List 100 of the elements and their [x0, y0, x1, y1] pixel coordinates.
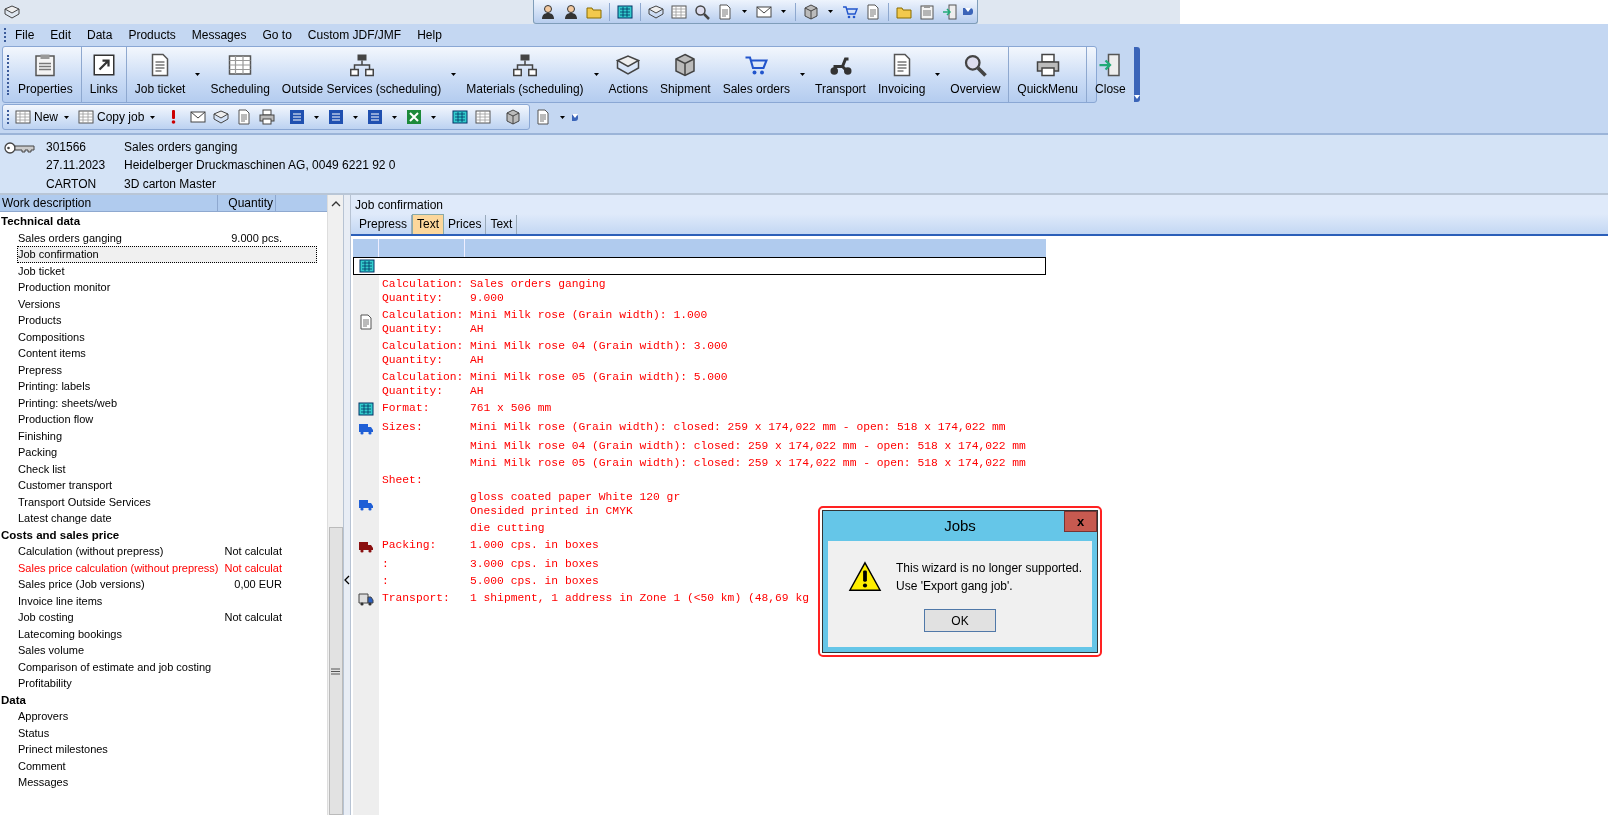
- tab[interactable]: Prices: [444, 215, 487, 234]
- menu-item[interactable]: Go to: [254, 26, 300, 44]
- toolbar-button[interactable]: [692, 3, 712, 20]
- list-item[interactable]: Status: [17, 724, 317, 741]
- toolbar-button[interactable]: Overview: [944, 47, 1007, 102]
- column-header[interactable]: Work description: [0, 195, 218, 211]
- toolbar-button[interactable]: Transport: [809, 47, 872, 102]
- toolbar-button[interactable]: [211, 109, 232, 125]
- toolbar-button[interactable]: Actions: [602, 47, 654, 102]
- warning-icon: [848, 560, 882, 594]
- list-item[interactable]: Transport Outside Services: [17, 493, 317, 510]
- toolbar-button[interactable]: [646, 3, 666, 20]
- toolbar-button[interactable]: [188, 109, 209, 125]
- box-icon: [673, 53, 698, 77]
- toolbar-button[interactable]: [257, 109, 278, 125]
- list-item[interactable]: Sales volume: [17, 642, 317, 659]
- list-item[interactable]: Customer transport: [17, 477, 317, 494]
- toolbar-button[interactable]: Sales orders: [716, 47, 797, 102]
- toolbar-button[interactable]: New: [13, 108, 60, 126]
- grip-handle[interactable]: [7, 110, 10, 124]
- list-item[interactable]: Sales price calculation (without prepress) Not calculat: [17, 559, 317, 576]
- scroll-up-button[interactable]: [327, 195, 343, 212]
- list-item[interactable]: Finishing: [17, 427, 317, 444]
- tab[interactable]: Text: [486, 215, 518, 234]
- column-header[interactable]: Quantity: [218, 195, 276, 211]
- toolbar-button[interactable]: [801, 3, 821, 20]
- field-label: Quantity:: [382, 322, 443, 335]
- toolbar-button[interactable]: [754, 3, 774, 20]
- toolbar-button[interactable]: Copy job: [76, 108, 147, 126]
- toolbar-button[interactable]: [615, 3, 635, 20]
- field-value: AH: [470, 352, 484, 367]
- toolbar-button[interactable]: [450, 109, 471, 125]
- toolbar-button[interactable]: Job ticket: [128, 47, 192, 102]
- field-value: 3.000 cps. in boxes: [470, 556, 599, 571]
- list-item[interactable]: Products: [17, 312, 317, 329]
- list-item[interactable]: Packing: [17, 444, 317, 461]
- list-item[interactable]: Prepress: [17, 361, 317, 378]
- list-item[interactable]: Job ticket: [17, 262, 317, 279]
- item-label: Job confirmation: [18, 247, 100, 262]
- magnifier-icon: [694, 3, 710, 20]
- toolbar-button[interactable]: Links: [83, 47, 124, 102]
- caret-icon: [314, 115, 320, 119]
- menu-item[interactable]: Custom JDF/JMF: [299, 26, 410, 44]
- grip-handle[interactable]: [4, 28, 7, 42]
- item-label: Comment: [18, 758, 67, 773]
- caret-icon: [828, 10, 833, 13]
- list-item[interactable]: Content items: [17, 345, 317, 362]
- scrollbar[interactable]: [327, 212, 343, 815]
- toolbar-button[interactable]: Scheduling: [204, 47, 276, 102]
- item-quantity: Not calculat: [223, 610, 282, 625]
- list-item[interactable]: Approvers: [17, 708, 317, 725]
- list-item[interactable]: Production monitor: [17, 279, 317, 296]
- list-item[interactable]: Production flow: [17, 411, 317, 428]
- toolbar-button[interactable]: QuickMenu: [1011, 47, 1085, 102]
- ok-button[interactable]: OK: [924, 609, 996, 632]
- list-item[interactable]: Latest change date: [17, 510, 317, 527]
- menu-item[interactable]: File: [7, 26, 43, 44]
- menu-item[interactable]: Data: [79, 26, 121, 44]
- caret-icon: [935, 73, 941, 76]
- item-quantity: 0,00 EUR: [233, 577, 282, 592]
- toolbar-button[interactable]: Properties: [12, 47, 79, 102]
- toolbar-button[interactable]: Materials (scheduling): [460, 47, 590, 102]
- list-item[interactable]: Compositions: [17, 328, 317, 345]
- network-icon: [512, 53, 537, 77]
- list-item[interactable]: Profitability: [17, 675, 317, 692]
- toolbar-button[interactable]: Invoicing: [871, 47, 932, 102]
- list-item[interactable]: Invoice line items: [17, 592, 317, 609]
- input-field[interactable]: [353, 257, 1046, 275]
- overflow-button[interactable]: [1133, 47, 1140, 102]
- scrollbar-thumb[interactable]: [328, 527, 343, 815]
- list-item[interactable]: Check list: [17, 460, 317, 477]
- menu-item[interactable]: Help: [409, 26, 450, 44]
- list-item[interactable]: Printing: sheets/web: [17, 394, 317, 411]
- list-item[interactable]: Printing: labels: [17, 378, 317, 395]
- list-item[interactable]: Prinect milestones: [17, 741, 317, 758]
- field-label: Packing:: [382, 538, 437, 551]
- list-item[interactable]: Latecoming bookings: [17, 625, 317, 642]
- list-item[interactable]: Sales orders ganging 9.000 pcs.: [17, 229, 317, 246]
- dialog-close-button[interactable]: x: [1064, 511, 1097, 532]
- tab[interactable]: Text: [412, 214, 445, 234]
- overflow-button[interactable]: [572, 113, 579, 121]
- toolbar-button[interactable]: [840, 3, 860, 20]
- field-label: Calculation:: [382, 339, 464, 352]
- list-item[interactable]: Comparison of estimate and job costing: [17, 658, 317, 675]
- toolbar-button[interactable]: Close: [1089, 47, 1132, 102]
- menu-item[interactable]: Messages: [183, 26, 255, 44]
- menu-item[interactable]: Products: [120, 26, 184, 44]
- list-item[interactable]: Job costing Not calculat: [17, 609, 317, 626]
- menu-item[interactable]: Edit: [42, 26, 80, 44]
- toolbar-button[interactable]: Outside Services (scheduling): [275, 47, 448, 102]
- list-item[interactable]: Messages: [17, 774, 317, 791]
- grip-handle[interactable]: [7, 54, 10, 95]
- list-item[interactable]: Versions: [17, 295, 317, 312]
- list-item[interactable]: Sales price (Job versions) 0,00 EUR: [17, 576, 317, 593]
- door-icon: [942, 3, 958, 20]
- list-item[interactable]: Job confirmation: [17, 246, 317, 263]
- overflow-button[interactable]: [963, 8, 973, 15]
- list-item[interactable]: Comment: [17, 757, 317, 774]
- list-item[interactable]: Calculation (without prepress) Not calculat: [17, 543, 317, 560]
- toolbar-button[interactable]: Shipment: [653, 47, 717, 102]
